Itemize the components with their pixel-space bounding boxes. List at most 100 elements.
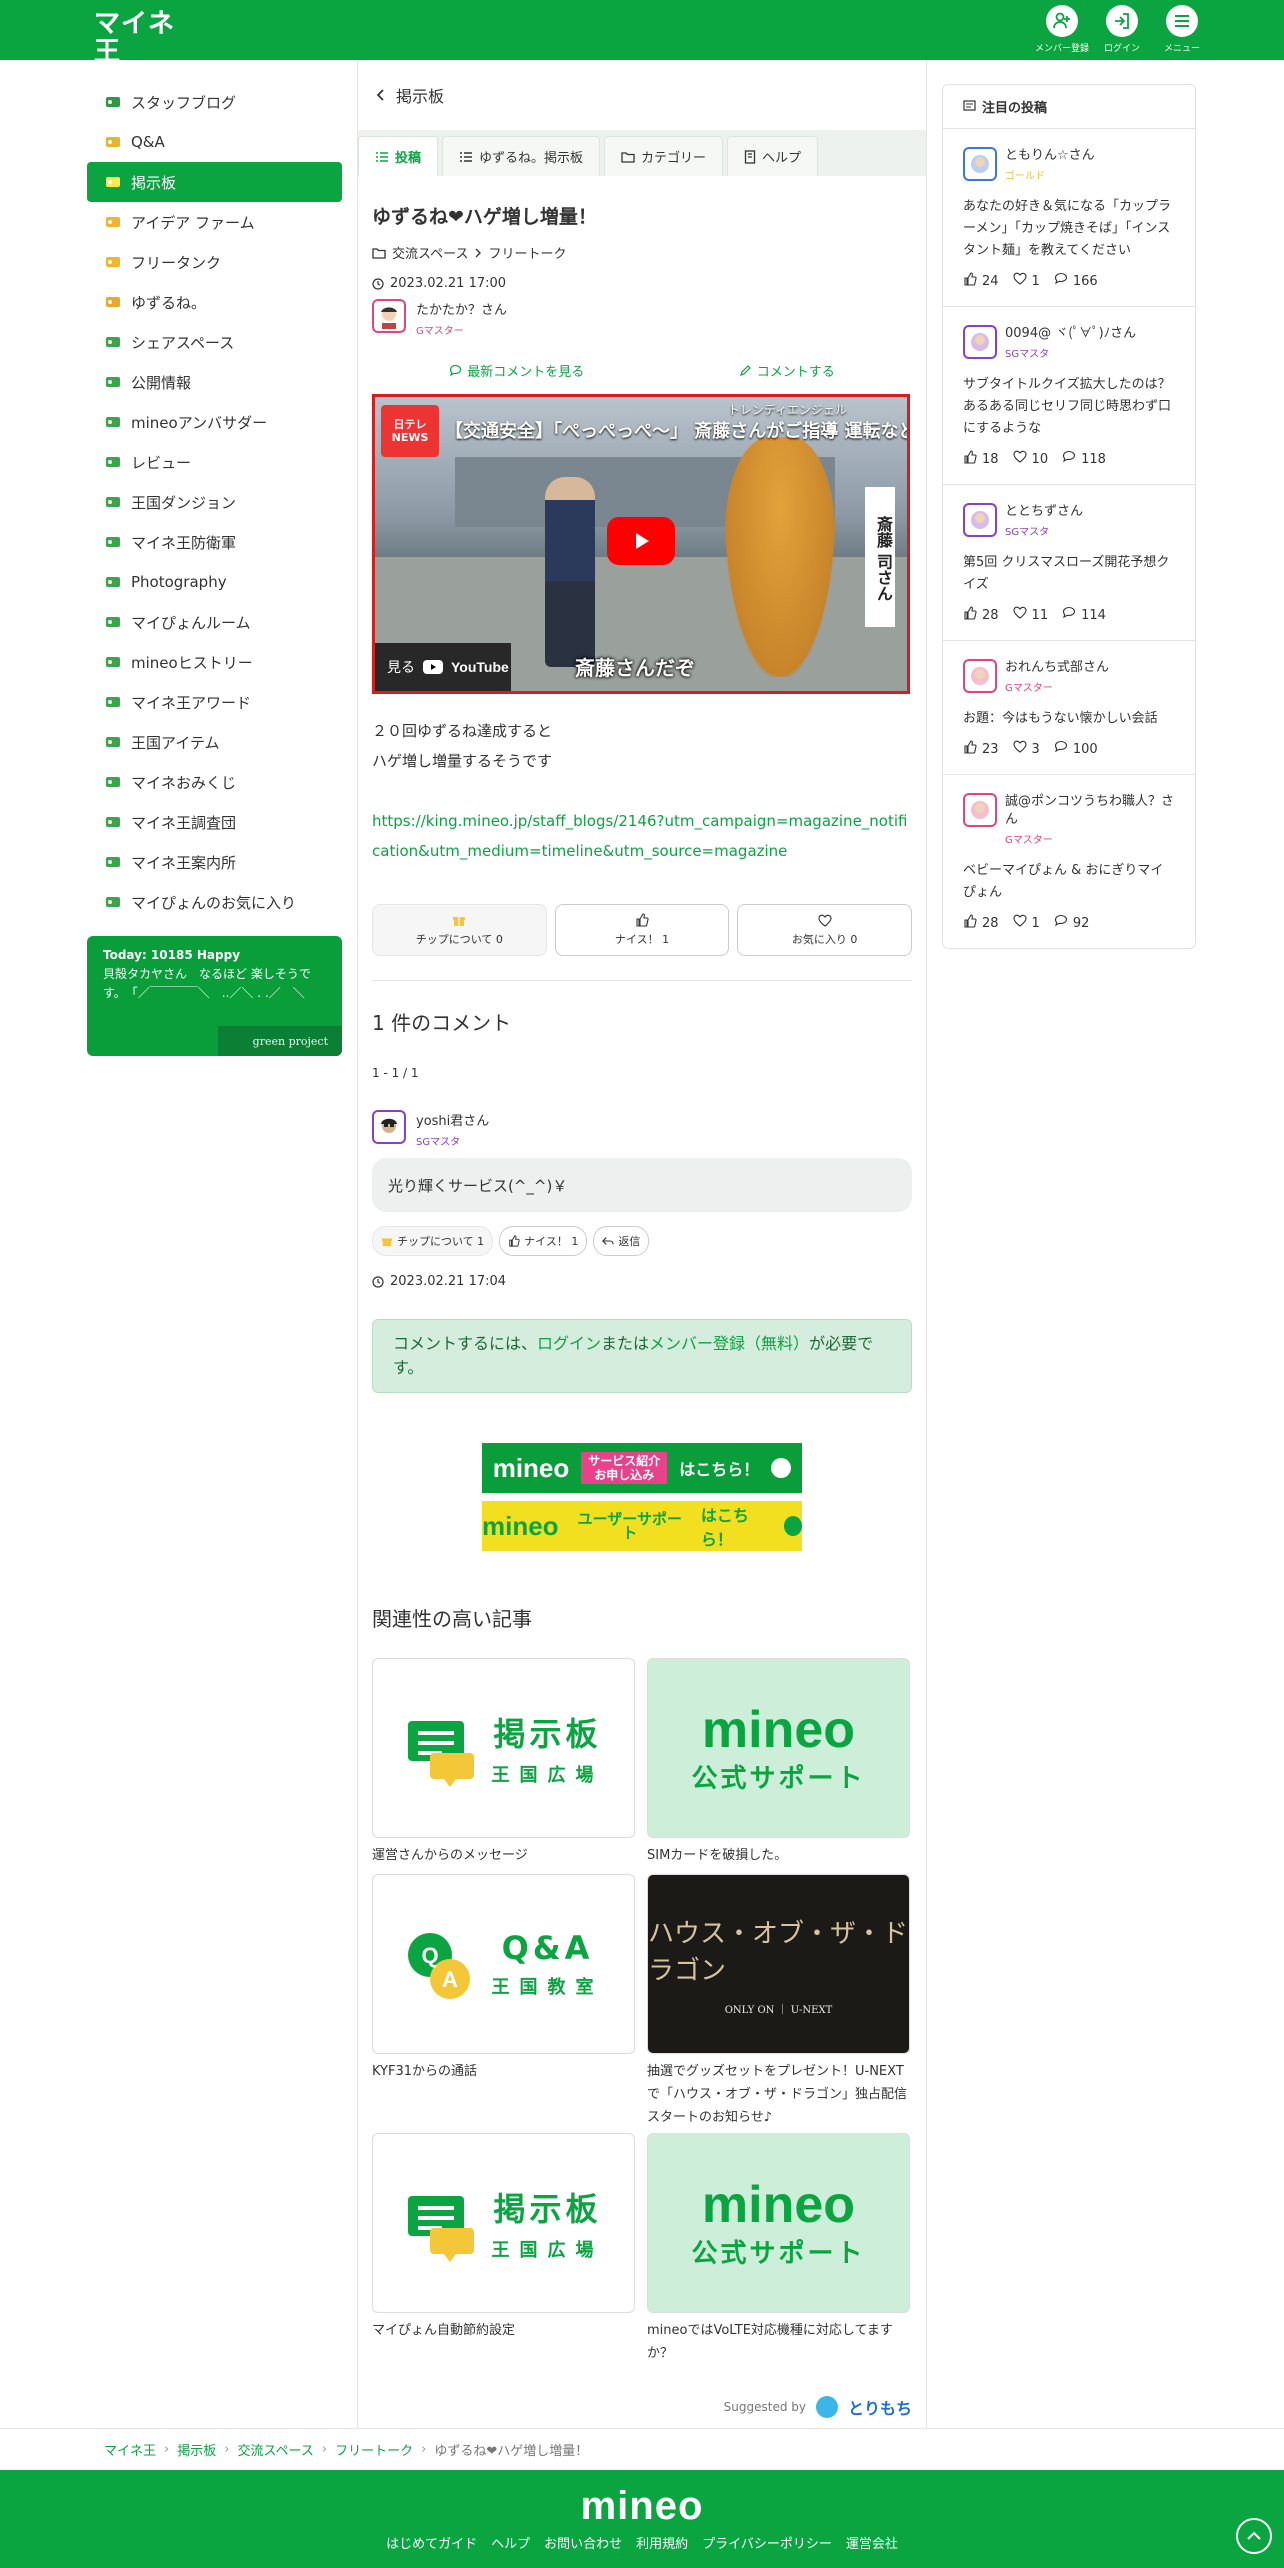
sidebar-item[interactable]: マイぴょんのお気に入り [87, 882, 342, 922]
sidebar-item[interactable]: mineoヒストリー [87, 642, 342, 682]
footer-logo[interactable]: mineo [0, 2484, 1284, 2529]
sidebar-item[interactable]: マイネおみくじ [87, 762, 342, 802]
breadcrumb-item[interactable]: 掲示板 [177, 2440, 216, 2459]
sidebar-item[interactable]: 王国アイテム [87, 722, 342, 762]
write-comment-label: コメントする [756, 365, 835, 380]
avatar[interactable] [963, 659, 997, 693]
featured-author[interactable]: おれんち式部さん Gマスター [963, 659, 1175, 694]
youtube-icon [423, 660, 443, 674]
sidebar-item[interactable]: マイネ王アワード [87, 682, 342, 722]
featured-post-stats: 28 11 114 [963, 606, 1175, 624]
featured-post[interactable]: ととちずさん SGマスタ 第5回 クリスマスローズ開花予想クイズ 28 11 114 [943, 485, 1195, 641]
related-card[interactable]: ハウス・オブ・ザ・ドラゴン ONLY ON ｜ U-NEXT 抽選でグッズセットをプ… [647, 1874, 910, 2133]
related-card[interactable]: Q A Q&A 王国教室 KYF31からの通話 [372, 1874, 635, 2133]
featured-author[interactable]: ともりん☆さん ゴールド [963, 147, 1175, 182]
featured-post[interactable]: 0094@ ヾ(ﾟ∀ﾟ)ﾉさん SGマスタ サブタイトルクイズ拡大したのは？あるある… [943, 307, 1195, 485]
site-logo[interactable]: マイネ王 ベータ版 [94, 9, 184, 74]
sidebar-item[interactable]: 掲示板 [87, 162, 342, 202]
tab-category[interactable]: カテゴリー [604, 136, 724, 176]
breadcrumb-item[interactable]: フリートーク [335, 2440, 413, 2459]
tab-help[interactable]: ヘルプ [727, 136, 819, 176]
scroll-top-button[interactable] [1236, 2518, 1272, 2554]
featured-stat-value: 118 [1081, 451, 1106, 467]
footer-link[interactable]: 利用規約 [636, 2533, 688, 2552]
category-parent-link[interactable]: 交流スペース [392, 243, 468, 262]
featured-post[interactable]: ともりん☆さん ゴールド あなたの好き＆気になる「カップラーメン」「カップ焼きそば」… [943, 129, 1195, 307]
comment-author[interactable]: yoshi君さん SGマスタ [372, 1110, 912, 1148]
latest-comment-link[interactable]: 最新コメントを見る [449, 361, 584, 380]
featured-stat-value: 114 [1081, 607, 1106, 623]
thumbnail-subtitle: 公式サポート [691, 1763, 866, 1794]
featured-author[interactable]: ととちずさん SGマスタ [963, 503, 1175, 538]
happy-box[interactable]: Today: 10185 Happy 貝殻タカヤさん なるほど 楽しそうです。 「… [87, 936, 342, 1056]
sidebar-item[interactable]: スタッフブログ [87, 82, 342, 122]
menu-button[interactable]: メニュー [1152, 5, 1212, 54]
featured-post[interactable]: おれんち式部さん Gマスター お題：今はもうない懐かしい会話 23 3 100 [943, 641, 1195, 775]
comment-tip-button[interactable]: チップについて 1 [372, 1226, 494, 1256]
sidebar-item[interactable]: マイぴょんルーム [87, 602, 342, 642]
tab-posts[interactable]: 投稿 [358, 136, 439, 176]
favorite-button[interactable]: お気に入り 0 [737, 904, 913, 956]
video-embed[interactable]: 日テレ NEWS 【交通安全】「ぺっぺっぺ〜」 斎藤さんがご指導 運転など呼びか… [372, 394, 910, 694]
back-link[interactable]: 掲示板 [358, 60, 926, 130]
login-button[interactable]: ログイン [1092, 5, 1152, 54]
avatar[interactable] [372, 299, 406, 333]
avatar[interactable] [372, 1110, 406, 1144]
featured-author[interactable]: 0094@ ヾ(ﾟ∀ﾟ)ﾉさん SGマスタ [963, 325, 1175, 360]
review-icon [103, 452, 123, 472]
sidebar-item[interactable]: シェアスペース [87, 322, 342, 362]
related-card[interactable]: 掲示板 王国広場 マイぴょん自動節約設定 [372, 2133, 635, 2369]
comment-reply-button[interactable]: 返信 [593, 1226, 650, 1256]
watch-on-youtube[interactable]: 見る YouTube [375, 643, 511, 691]
comment-bubble: 光り輝くサービス(^_^)￥ [372, 1158, 912, 1212]
footer-link[interactable]: お問い合わせ [544, 2533, 622, 2552]
footer-link[interactable]: はじめてガイド [386, 2533, 477, 2552]
sidebar-item[interactable]: mineoアンバサダー [87, 402, 342, 442]
register-button[interactable]: メンバー登録 [1032, 5, 1092, 54]
footer-link[interactable]: 運営会社 [846, 2533, 898, 2552]
play-button[interactable] [607, 517, 675, 565]
body-link[interactable]: https://king.mineo.jp/staff_blogs/2146?u… [372, 812, 907, 860]
footer-link[interactable]: プライバシーポリシー [702, 2533, 832, 2552]
sidebar-item-label: Photography [131, 573, 227, 591]
service-banner[interactable]: mineo サービス紹介 お申し込み はこちら！ [482, 1443, 802, 1493]
support-banner[interactable]: mineo ユーザーサポート はこちら！ [482, 1501, 802, 1551]
write-comment-link[interactable]: コメントする [739, 361, 835, 380]
notice-login-link[interactable]: ログイン [537, 1334, 601, 1353]
featured-stat-fav: 1 [1012, 272, 1040, 290]
featured-stat-value: 3 [1031, 741, 1040, 757]
sidebar-item[interactable]: 公開情報 [87, 362, 342, 402]
sidebar-item[interactable]: マイネ王案内所 [87, 842, 342, 882]
post-category: 交流スペース フリートーク [372, 243, 912, 262]
footer-link[interactable]: ヘルプ [491, 2533, 530, 2552]
sidebar-item[interactable]: ゆずるね。 [87, 282, 342, 322]
breadcrumb-item[interactable]: マイネ王 [104, 2440, 156, 2459]
related-card[interactable]: mineo 公式サポート mineoではVoLTE対応機種に対応してますか？ [647, 2133, 910, 2369]
sidebar-item[interactable]: 王国ダンジョン [87, 482, 342, 522]
notice-register-link[interactable]: メンバー登録（無料） [649, 1334, 809, 1353]
sidebar-item[interactable]: フリータンク [87, 242, 342, 282]
tab-yuzurune-board[interactable]: ゆずるね。掲示板 [442, 136, 601, 176]
featured-author-info: 誠@ポンコツうちわ職人？さん Gマスター [1005, 793, 1175, 846]
sidebar-item[interactable]: Photography [87, 562, 342, 602]
featured-post[interactable]: 誠@ポンコツうちわ職人？さん Gマスター ベビーマイぴょん & おにぎりマイぴょん 2… [943, 775, 1195, 948]
sidebar-item[interactable]: アイデア ファーム [87, 202, 342, 242]
sidebar-item[interactable]: マイネ王防衛軍 [87, 522, 342, 562]
related-card[interactable]: mineo 公式サポート SIMカードを破損した。 [647, 1658, 910, 1874]
post-author[interactable]: たかたか？さん Gマスター [372, 299, 912, 337]
comment-nice-button[interactable]: ナイス！ 1 [499, 1226, 588, 1256]
sidebar-item[interactable]: Q&A [87, 122, 342, 162]
sidebar-item[interactable]: レビュー [87, 442, 342, 482]
category-link[interactable]: フリートーク [488, 243, 566, 262]
avatar[interactable] [963, 325, 997, 359]
sidebar-item[interactable]: マイネ王調査団 [87, 802, 342, 842]
breadcrumb-item[interactable]: 交流スペース [237, 2440, 313, 2459]
related-card[interactable]: 掲示板 王国広場 運営さんからのメッセージ [372, 1658, 635, 1874]
nice-button[interactable]: ナイス！ 1 [554, 904, 730, 956]
avatar[interactable] [963, 503, 997, 537]
tip-button[interactable]: チップについて 0 [372, 904, 547, 956]
avatar[interactable] [963, 793, 997, 827]
avatar[interactable] [963, 147, 997, 181]
featured-author[interactable]: 誠@ポンコツうちわ職人？さん Gマスター [963, 793, 1175, 846]
featured-stat-comments: 166 [1054, 272, 1098, 290]
